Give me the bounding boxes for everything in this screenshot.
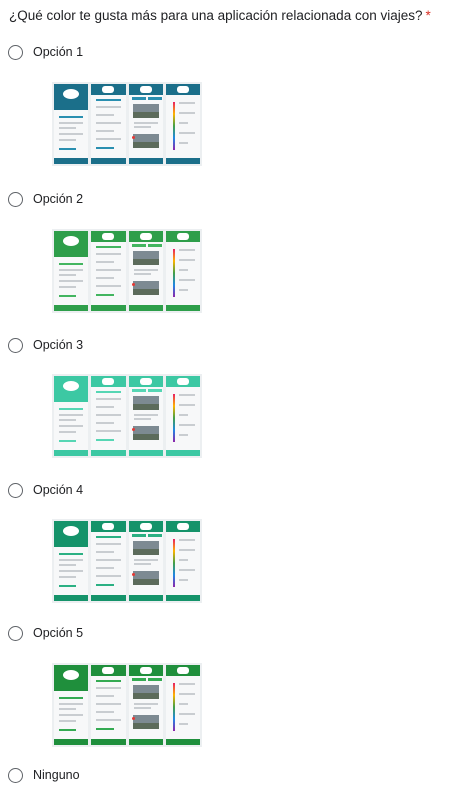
radio-button[interactable] bbox=[8, 625, 23, 641]
question-text: ¿Qué color te gusta más para una aplicac… bbox=[9, 8, 423, 23]
option-5-image bbox=[52, 663, 202, 747]
screen-login bbox=[54, 231, 89, 311]
screen-register bbox=[91, 521, 126, 601]
option-label: Opción 2 bbox=[33, 192, 84, 206]
screen-register bbox=[91, 84, 126, 164]
screen-itinerary bbox=[165, 231, 200, 311]
screen-feed bbox=[128, 231, 163, 311]
question-title: ¿Qué color te gusta más para una aplicac… bbox=[9, 7, 449, 25]
screen-register bbox=[91, 376, 126, 456]
option-label: Opción 3 bbox=[33, 338, 84, 352]
screen-itinerary bbox=[165, 665, 200, 745]
screen-register bbox=[91, 665, 126, 745]
option-2[interactable]: Opción 2 bbox=[8, 189, 83, 209]
radio-button[interactable] bbox=[8, 337, 23, 353]
screen-feed bbox=[128, 521, 163, 601]
radio-button[interactable] bbox=[8, 191, 23, 207]
option-1[interactable]: Opción 1 bbox=[8, 42, 83, 62]
option-label: Opción 4 bbox=[33, 483, 84, 497]
screen-itinerary bbox=[165, 84, 200, 164]
option-label: Ninguno bbox=[33, 768, 80, 782]
option-3-image bbox=[52, 374, 202, 458]
option-4[interactable]: Opción 4 bbox=[8, 480, 83, 500]
screen-feed bbox=[128, 665, 163, 745]
screen-login bbox=[54, 84, 89, 164]
screen-feed bbox=[128, 84, 163, 164]
screen-itinerary bbox=[165, 376, 200, 456]
screen-login bbox=[54, 376, 89, 456]
screen-login bbox=[54, 521, 89, 601]
screen-register bbox=[91, 231, 126, 311]
radio-button[interactable] bbox=[8, 482, 23, 498]
screen-itinerary bbox=[165, 521, 200, 601]
option-4-image bbox=[52, 519, 202, 603]
option-2-image bbox=[52, 229, 202, 313]
screen-feed bbox=[128, 376, 163, 456]
option-label: Opción 1 bbox=[33, 45, 84, 59]
radio-button[interactable] bbox=[8, 44, 23, 60]
screen-login bbox=[54, 665, 89, 745]
required-asterisk: * bbox=[425, 8, 431, 23]
option-5[interactable]: Opción 5 bbox=[8, 623, 83, 643]
radio-button[interactable] bbox=[8, 767, 23, 783]
option-ninguno[interactable]: Ninguno bbox=[8, 765, 80, 785]
option-label: Opción 5 bbox=[33, 626, 84, 640]
option-3[interactable]: Opción 3 bbox=[8, 335, 83, 355]
option-1-image bbox=[52, 82, 202, 166]
